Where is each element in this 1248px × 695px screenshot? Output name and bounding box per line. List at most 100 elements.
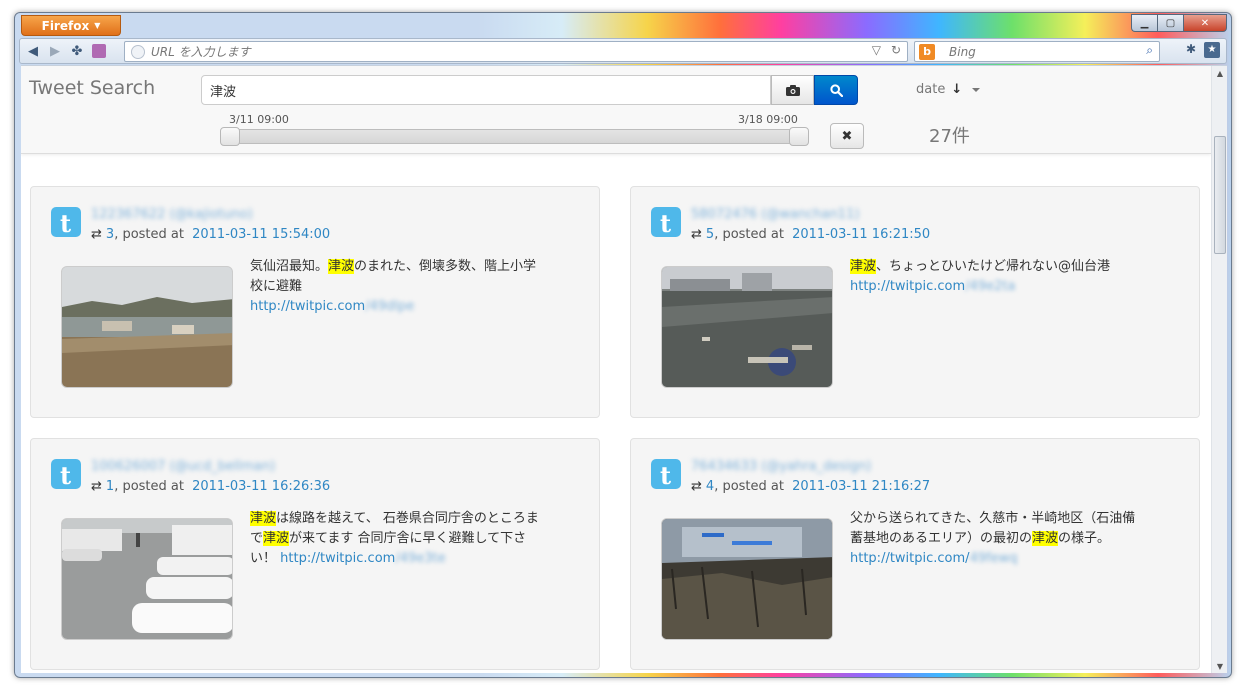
tweet-link[interactable]: http://twitpic.com: [280, 551, 395, 566]
tweet-text: 父から送られてきた、久慈市・半崎地区（石油備蓄基地のあるエリア）の最初の津波の様…: [850, 511, 1136, 566]
twitter-logo-icon: t: [51, 207, 81, 237]
firefox-menu-label: Firefox: [41, 18, 90, 33]
keyword-highlight: 津波: [328, 259, 355, 274]
retweet-count[interactable]: 1: [106, 479, 114, 494]
camera-icon: [785, 84, 800, 96]
tweet-date-link[interactable]: 2011-03-11 21:16:27: [792, 479, 930, 494]
search-engine-bar[interactable]: b Bing ⌕: [914, 41, 1160, 62]
svg-text:t: t: [660, 461, 671, 489]
twitter-logo-icon: t: [651, 207, 681, 237]
url-placeholder: URL を入力します: [151, 45, 251, 59]
tweet-link-tail[interactable]: /49e2ta: [965, 279, 1015, 294]
title-bar: Firefox ▼ ▁ ▢ ✕: [15, 13, 1231, 37]
sort-label: date: [916, 82, 946, 97]
maximize-icon: ▢: [1165, 17, 1176, 29]
close-window-button[interactable]: ✕: [1183, 14, 1227, 32]
tweet-meta: ⇄ 3 , posted at 2011-03-11 15:54:00: [91, 227, 330, 242]
search-input[interactable]: [201, 75, 771, 105]
bookmarks-menu-icon[interactable]: ★: [1204, 42, 1220, 58]
tweet-photo[interactable]: [61, 266, 233, 388]
tweet-date-link[interactable]: 2011-03-11 16:26:36: [192, 479, 330, 494]
tweet-card: t 100626007 (@ucd_bellman) ⇄ 1 , posted …: [30, 438, 600, 670]
tweet-link[interactable]: http://twitpic.com: [850, 279, 965, 294]
search-icon: [829, 83, 843, 97]
url-dropdown-icon[interactable]: ▽: [872, 43, 881, 57]
svg-text:t: t: [60, 461, 71, 489]
url-bar[interactable]: URL を入力します ▽ ↻: [124, 41, 908, 62]
window-controls: ▁ ▢ ✕: [1131, 14, 1227, 32]
keyword-highlight: 津波: [850, 259, 877, 274]
tweet-link-tail[interactable]: /49dlpe: [365, 299, 414, 314]
keyword-highlight: 津波: [1032, 531, 1059, 546]
svg-text:t: t: [660, 209, 671, 237]
retweet-icon: ⇄: [91, 479, 102, 494]
firefox-menu-button[interactable]: Firefox ▼: [21, 15, 121, 36]
retweet-icon: ⇄: [691, 479, 702, 494]
tweet-user[interactable]: 100626007 (@ucd_bellman): [91, 459, 275, 474]
tweet-text: 津波、ちょっとひいたけど帰れない@仙台港 http://twitpic.com/…: [850, 259, 1111, 294]
retweet-icon: ⇄: [691, 227, 702, 242]
tweet-photo[interactable]: [61, 518, 233, 640]
extension-icon[interactable]: ✱: [1186, 42, 1196, 58]
search-button[interactable]: [814, 75, 858, 105]
tweet-link[interactable]: http://twitpic.com: [250, 299, 365, 314]
tweet-meta: ⇄ 5 , posted at 2011-03-11 16:21:50: [691, 227, 930, 242]
site-identity-icon: [131, 44, 145, 59]
posted-at-label: , posted at: [114, 227, 189, 242]
chevron-down-icon: ▼: [94, 21, 101, 30]
reload-icon[interactable]: ↻: [891, 43, 901, 57]
back-arrow-icon: ◀: [28, 43, 38, 59]
tweet-meta: ⇄ 1 , posted at 2011-03-11 16:26:36: [91, 479, 330, 494]
scroll-up-icon[interactable]: ▲: [1212, 66, 1227, 80]
caret-down-icon: [972, 87, 981, 92]
tweet-text: 気仙沼最知。津波のまれた、倒壊多数、階上小学校に避難 http://twitpi…: [250, 259, 537, 314]
retweet-count[interactable]: 4: [706, 479, 714, 494]
navigation-toolbar: ◀ ▶ ✤ URL を入力します ▽ ↻ b Bing ⌕ ✱ ★: [19, 38, 1227, 64]
sort-dropdown[interactable]: date ↓: [916, 82, 981, 97]
tweet-link[interactable]: http://twitpic.com/: [850, 551, 970, 566]
range-start-handle[interactable]: [220, 127, 240, 146]
tweet-text: 津波は線路を越えて、 石巻県合同庁舎のところまで津波が来てます 合同庁舎に早く避…: [250, 511, 539, 566]
retweet-count[interactable]: 5: [706, 227, 714, 242]
clear-filter-button[interactable]: ✖: [830, 123, 864, 149]
tweet-card: t 122367622 (@kajiotuno) ⇄ 3 , posted at…: [30, 186, 600, 418]
scroll-thumb[interactable]: [1214, 136, 1226, 254]
search-icon[interactable]: ⌕: [1146, 43, 1153, 58]
tweet-user[interactable]: 122367622 (@kajiotuno): [91, 207, 253, 222]
browser-window: Firefox ▼ ▁ ▢ ✕ ◀ ▶ ✤ URL を入力します ▽ ↻ b B…: [14, 12, 1232, 678]
tweet-user[interactable]: 58072476 (@wanchan11): [691, 207, 859, 222]
tweet-date-link[interactable]: 2011-03-11 15:54:00: [192, 227, 330, 242]
tweet-user[interactable]: 76434633 (@yahra_design): [691, 459, 871, 474]
range-end-label: 3/18 09:00: [738, 113, 798, 126]
tweet-date-link[interactable]: 2011-03-11 16:21:50: [792, 227, 930, 242]
brand-title[interactable]: Tweet Search: [29, 77, 155, 99]
forward-button[interactable]: ▶: [46, 42, 64, 60]
close-icon: ✖: [841, 128, 853, 144]
page-viewport: Tweet Search date ↓: [21, 65, 1227, 673]
range-start-label: 3/11 09:00: [229, 113, 289, 126]
tweet-card: t 58072476 (@wanchan11) ⇄ 5 , posted at …: [630, 186, 1200, 418]
retweet-count[interactable]: 3: [106, 227, 114, 242]
scroll-down-icon[interactable]: ▼: [1212, 659, 1227, 673]
keyword-highlight: 津波: [250, 511, 277, 526]
addon-button[interactable]: ✤: [68, 42, 86, 60]
tweet-link-tail[interactable]: /49e3te: [395, 551, 445, 566]
posted-at-label: , posted at: [714, 479, 789, 494]
tweet-meta: ⇄ 4 , posted at 2011-03-11 21:16:27: [691, 479, 930, 494]
vertical-scrollbar[interactable]: ▲ ▼: [1211, 66, 1227, 673]
image-filter-button[interactable]: [771, 75, 814, 105]
tweet-photo[interactable]: [661, 518, 833, 640]
tweet-photo[interactable]: [661, 266, 833, 388]
maximize-button[interactable]: ▢: [1157, 14, 1183, 32]
close-icon: ✕: [1200, 17, 1210, 29]
result-count: 27件: [929, 126, 970, 147]
twitter-logo-icon: t: [51, 459, 81, 489]
range-end-handle[interactable]: [789, 127, 809, 146]
bing-logo-icon[interactable]: b: [919, 43, 935, 60]
bookmark-addon-button[interactable]: [90, 42, 108, 60]
back-button[interactable]: ◀: [24, 42, 42, 60]
minimize-button[interactable]: ▁: [1131, 14, 1157, 32]
date-range-slider[interactable]: [221, 129, 809, 144]
twitter-logo-icon: t: [651, 459, 681, 489]
tweet-link-tail[interactable]: 49fewq: [970, 551, 1018, 566]
